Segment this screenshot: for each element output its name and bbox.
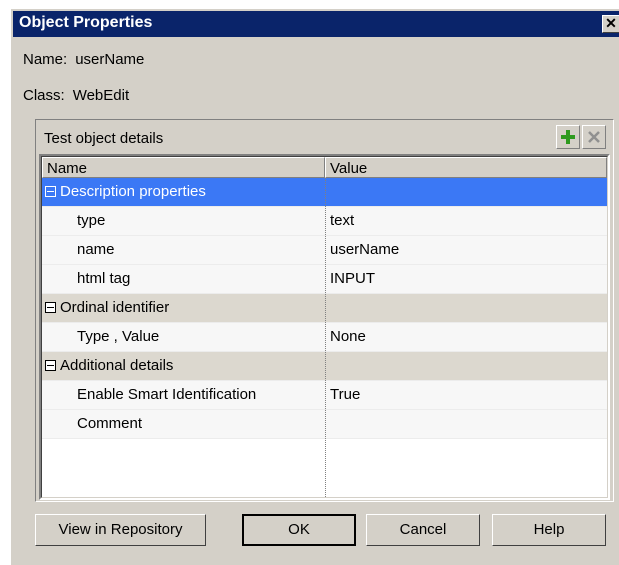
collapse-icon[interactable] bbox=[45, 301, 56, 313]
help-button[interactable]: Help bbox=[492, 514, 606, 546]
property-value[interactable]: None bbox=[326, 323, 607, 352]
name-label: Name: bbox=[23, 51, 68, 68]
column-header-value[interactable]: Value bbox=[325, 157, 607, 178]
add-property-button[interactable] bbox=[556, 125, 580, 149]
property-value[interactable]: text bbox=[326, 207, 607, 236]
details-header: Test object details bbox=[39, 123, 610, 152]
property-value[interactable]: INPUT bbox=[326, 265, 607, 294]
plus-icon bbox=[561, 130, 575, 144]
close-button[interactable]: ✕ bbox=[602, 15, 619, 33]
property-name: Type , Value bbox=[77, 328, 160, 345]
property-name: Comment bbox=[77, 415, 143, 432]
column-divider bbox=[325, 178, 326, 497]
property-value[interactable] bbox=[326, 410, 607, 439]
close-icon: ✕ bbox=[605, 15, 617, 31]
property-name: type bbox=[77, 212, 106, 229]
remove-x-icon bbox=[588, 131, 600, 143]
property-value[interactable]: True bbox=[326, 381, 607, 410]
property-name: name bbox=[77, 241, 115, 258]
section-label: Additional details bbox=[60, 357, 174, 374]
property-value[interactable]: userName bbox=[326, 236, 607, 265]
ok-button[interactable]: OK bbox=[242, 514, 356, 546]
collapse-icon[interactable] bbox=[45, 185, 56, 197]
column-header-name[interactable]: Name bbox=[42, 157, 325, 178]
properties-grid-body: Name Value Description properties type t… bbox=[41, 156, 608, 498]
property-name: Enable Smart Identification bbox=[77, 386, 257, 403]
collapse-icon[interactable] bbox=[45, 359, 56, 371]
details-title: Test object details bbox=[44, 130, 164, 147]
class-value: WebEdit bbox=[72, 87, 130, 104]
name-value: userName bbox=[75, 51, 145, 68]
window-title: Object Properties bbox=[19, 14, 153, 31]
object-name-info: Name: userName bbox=[23, 51, 144, 68]
cancel-button[interactable]: Cancel bbox=[366, 514, 480, 546]
grid-header: Name Value bbox=[42, 157, 607, 178]
view-in-repository-button[interactable]: View in Repository bbox=[35, 514, 206, 546]
title-bar[interactable]: Object Properties ✕ bbox=[13, 11, 619, 37]
properties-grid[interactable]: Name Value Description properties type t… bbox=[39, 154, 610, 500]
object-class-info: Class: WebEdit bbox=[23, 87, 129, 104]
remove-property-button[interactable] bbox=[582, 125, 606, 149]
object-properties-dialog: Object Properties ✕ Name: userName Class:… bbox=[10, 8, 619, 565]
section-label: Ordinal identifier bbox=[60, 299, 170, 316]
test-object-details-group: Test object details Name Value Descripti… bbox=[35, 119, 614, 502]
class-label: Class: bbox=[23, 87, 65, 104]
section-label: Description properties bbox=[60, 183, 206, 200]
property-name: html tag bbox=[77, 270, 131, 287]
